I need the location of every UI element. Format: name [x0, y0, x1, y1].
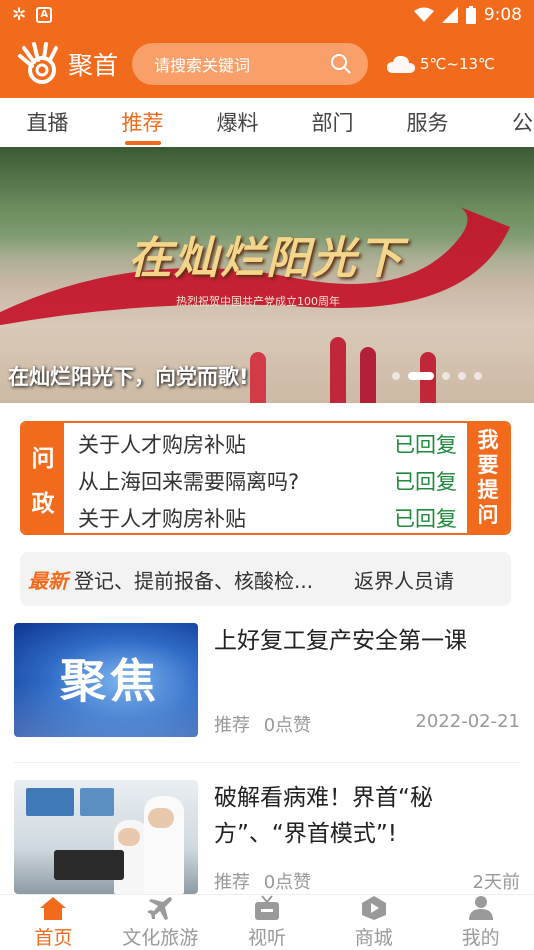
tab-live[interactable]: 直播 — [0, 107, 95, 137]
news-time: 2天前 — [472, 872, 520, 893]
wenzheng-status: 已回复 — [394, 469, 457, 494]
battery-icon — [465, 6, 476, 24]
news-category: 推荐 — [214, 715, 250, 736]
search-placeholder: 请搜索关键词 — [154, 56, 251, 75]
wenzheng-label-char: 问 — [31, 445, 55, 472]
logo-icon — [18, 42, 58, 84]
nav-label: 首页 — [34, 927, 73, 949]
news-title: 上好复工复产安全第一课 — [214, 628, 467, 654]
latest-ticker[interactable]: 最新 登记、提前报备、核酸检... 返界人员请 — [20, 552, 511, 606]
wenzheng-question: 关于人才购房补贴 — [78, 432, 246, 457]
news-time: 2022-02-21 — [415, 711, 520, 732]
weather-widget[interactable]: 5℃~13℃ — [386, 54, 495, 74]
nav-home[interactable]: 首页 — [0, 895, 107, 950]
wenzheng-item[interactable]: 关于人才购房补贴 已回复 — [78, 425, 457, 462]
banner-subheadline: 热烈祝贺中国共产党成立100周年 — [176, 295, 340, 308]
category-tabs: 直播 推荐 爆料 部门 服务 公 — [0, 98, 534, 146]
carousel-dots[interactable] — [392, 372, 482, 380]
ask-label-char: 我 — [477, 428, 499, 452]
cloud-icon — [387, 55, 416, 73]
app-name: 聚首 — [68, 51, 119, 80]
carousel-dot-active[interactable] — [408, 372, 434, 380]
ask-label-char: 问 — [477, 503, 499, 527]
news-item[interactable]: 破解看病难！界首“秘方”、“界首模式”! 推荐 0点赞 2天前 — [14, 780, 520, 894]
wenzheng-status: 已回复 — [394, 432, 457, 457]
news-likes: 0点赞 — [263, 872, 312, 893]
nav-label: 视听 — [247, 927, 286, 949]
carousel-dot[interactable] — [474, 372, 482, 380]
play-shop-icon — [361, 896, 386, 920]
app-logo[interactable]: 聚首 — [14, 40, 118, 88]
thumbnail-text: 聚焦 — [60, 654, 160, 708]
signal-icon — [441, 7, 458, 23]
sync-icon: ✲ — [12, 5, 27, 25]
ask-label-char: 要 — [477, 453, 499, 477]
banner-headline: 在灿烂阳光下 — [128, 233, 404, 284]
weather-temp: 5℃~13℃ — [420, 55, 495, 73]
search-icon[interactable] — [330, 53, 352, 75]
tab-services[interactable]: 服务 — [380, 107, 475, 137]
ticker-tag: 最新 — [28, 568, 68, 593]
home-icon — [40, 897, 67, 920]
wenzheng-question: 关于人才购房补贴 — [78, 506, 246, 531]
news-likes: 0点赞 — [263, 715, 312, 736]
nav-label: 文化旅游 — [122, 927, 199, 949]
news-meta: 推荐 0点赞 — [214, 868, 311, 894]
app-header: 聚首 请搜索关键词 5℃~13℃ — [0, 30, 534, 98]
wenzheng-status: 已回复 — [394, 506, 457, 531]
tv-icon — [254, 895, 279, 920]
a-box-icon: A — [36, 7, 53, 23]
wifi-icon — [413, 7, 434, 22]
news-category: 推荐 — [214, 872, 250, 893]
wenzheng-item[interactable]: 关于人才购房补贴 已回复 — [78, 499, 457, 533]
nav-culture-travel[interactable]: 文化旅游 — [107, 895, 214, 950]
nav-profile[interactable]: 我的 — [427, 895, 534, 950]
clock: 9:08 — [483, 5, 522, 25]
nav-label: 商城 — [354, 927, 393, 949]
banner-text-layer: 在灿烂阳光下 热烈祝贺中国共产党成立100周年 在灿烂阳光下，向党而歌! — [0, 147, 534, 403]
search-bar[interactable]: 请搜索关键词 — [132, 43, 369, 85]
news-item[interactable]: 聚焦 上好复工复产安全第一课 推荐 0点赞 2022-02-21 — [14, 623, 520, 743]
tab-departments[interactable]: 部门 — [285, 107, 380, 137]
wenzheng-label[interactable]: 问 政 — [22, 423, 64, 533]
carousel-dot[interactable] — [442, 372, 450, 380]
ask-label-char: 提 — [477, 478, 499, 502]
nav-mall[interactable]: 商城 — [320, 895, 427, 950]
news-thumbnail — [14, 780, 198, 894]
ticker-item[interactable]: 返界人员请 — [354, 565, 454, 594]
divider — [14, 762, 520, 763]
ticker-item[interactable]: 登记、提前报备、核酸检... — [74, 565, 344, 594]
carousel-dot[interactable] — [392, 372, 400, 380]
tab-tips[interactable]: 爆料 — [190, 107, 285, 137]
wenzheng-panel: 问 政 关于人才购房补贴 已回复 从上海回来需要隔离吗? 已回复 关于人才购房补… — [20, 421, 511, 535]
bottom-nav: 首页 文化旅游 视听 商城 我的 — [0, 894, 534, 950]
banner-caption: 在灿烂阳光下，向党而歌! — [8, 365, 249, 389]
status-bar: ✲ A 9:08 — [0, 0, 534, 30]
wenzheng-item[interactable]: 从上海回来需要隔离吗? 已回复 — [78, 462, 457, 499]
wenzheng-list: 关于人才购房补贴 已回复 从上海回来需要隔离吗? 已回复 关于人才购房补贴 已回… — [64, 423, 467, 533]
user-icon — [468, 896, 493, 920]
plane-icon — [147, 897, 172, 920]
news-title: 破解看病难！界首“秘方”、“界首模式”! — [214, 785, 433, 847]
news-thumbnail: 聚焦 — [14, 623, 198, 737]
ask-question-button[interactable]: 我 要 提 问 — [467, 423, 509, 533]
wenzheng-label-char: 政 — [31, 490, 55, 517]
tab-recommend[interactable]: 推荐 — [95, 107, 190, 145]
carousel-dot[interactable] — [458, 372, 466, 380]
nav-label: 我的 — [461, 927, 500, 949]
wenzheng-question: 从上海回来需要隔离吗? — [78, 469, 300, 494]
nav-audio-video[interactable]: 视听 — [214, 895, 321, 950]
tab-more[interactable]: 公 — [475, 107, 534, 137]
news-meta: 推荐 0点赞 — [214, 711, 311, 737]
